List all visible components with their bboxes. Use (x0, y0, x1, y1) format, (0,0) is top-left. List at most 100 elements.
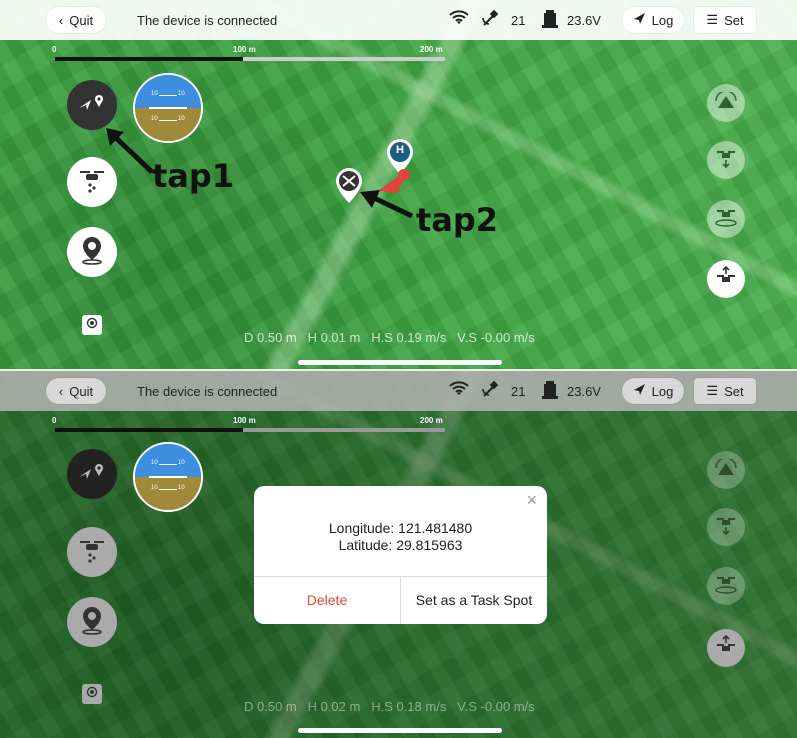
wifi-icon (449, 10, 469, 29)
top-bar: ‹ Quit The device is connected 21 23.6V … (0, 0, 797, 40)
scale-label-100: 100 m (233, 416, 256, 425)
drone-button[interactable] (67, 157, 117, 207)
quit-button[interactable]: ‹ Quit (46, 378, 106, 404)
hover-icon (714, 206, 738, 233)
location-pin-button[interactable] (67, 227, 117, 277)
attitude-label: 10 (178, 116, 185, 122)
hover-icon (714, 573, 738, 600)
set-label: Set (724, 383, 744, 399)
attitude-label: 10 (178, 91, 185, 97)
tap2-arrow (360, 190, 414, 219)
back-chevron-icon: ‹ (58, 383, 64, 399)
attitude-label: 10 (151, 91, 158, 97)
telemetry-vertical-speed: V.S -0.00 m/s (457, 330, 535, 345)
takeoff-button[interactable] (707, 84, 745, 122)
home-indicator (298, 360, 502, 365)
scale-label-200: 200 m (420, 416, 443, 425)
telemetry-distance: D 0.50 m (244, 330, 297, 345)
scale-label-100: 100 m (233, 45, 256, 54)
telemetry-height: H 0.02 m (307, 699, 361, 714)
quit-button[interactable]: ‹ Quit (46, 7, 106, 33)
land-icon (715, 514, 737, 541)
scale-bar: 0 100 m 200 m (52, 45, 445, 61)
plane-location-button[interactable] (67, 449, 117, 499)
settings-button[interactable]: ☰ Set (694, 7, 756, 33)
attitude-indicator: 10 10 10 10 (133, 442, 203, 512)
plane-location-icon (77, 461, 107, 488)
connection-status: The device is connected (137, 13, 278, 28)
telemetry-height: H 0.01 m (307, 330, 361, 345)
land-button[interactable] (707, 141, 745, 179)
satellite-count: 21 (511, 384, 526, 399)
takeoff-icon (715, 89, 737, 115)
send-icon (633, 383, 646, 399)
telemetry-horizontal-speed: H.S 0.19 m/s (371, 330, 447, 345)
back-chevron-icon: ‹ (58, 12, 64, 28)
log-button[interactable]: Log (622, 378, 684, 404)
scale-label-0: 0 (52, 45, 57, 54)
locate-button[interactable] (82, 684, 102, 704)
set-label: Set (724, 12, 744, 28)
return-button[interactable] (707, 260, 745, 298)
home-indicator (298, 728, 502, 733)
land-button[interactable] (707, 508, 745, 546)
telemetry-horizontal-speed: H.S 0.18 m/s (371, 699, 447, 714)
quit-label: Quit (69, 12, 94, 28)
set-task-spot-button[interactable]: Set as a Task Spot (401, 576, 547, 624)
log-label: Log (651, 12, 674, 28)
close-icon[interactable]: × (526, 490, 537, 511)
telemetry-distance: D 0.50 m (244, 699, 297, 714)
battery-voltage: 23.6V (567, 384, 601, 399)
locate-icon (86, 316, 98, 334)
satellite-icon (481, 9, 501, 31)
latitude-text: Latitude: 29.815963 (338, 537, 463, 553)
send-icon (633, 12, 646, 28)
attitude-label: 10 (178, 485, 185, 491)
telemetry-vertical-speed: V.S -0.00 m/s (457, 699, 535, 714)
locate-button[interactable] (82, 315, 102, 335)
attitude-label: 10 (151, 485, 158, 491)
battery-icon (541, 380, 559, 403)
quit-label: Quit (69, 383, 94, 399)
return-button[interactable] (707, 629, 745, 667)
land-icon (715, 147, 737, 174)
drone-icon (78, 536, 106, 569)
coordinates-block: Longitude: 121.481480 Latitude: 29.81596… (254, 520, 547, 554)
menu-icon: ☰ (706, 12, 719, 27)
menu-icon: ☰ (706, 383, 719, 398)
tap1-label: tap1 (152, 157, 235, 195)
location-pin-icon (79, 235, 105, 270)
plane-location-icon (77, 92, 107, 119)
attitude-label: 10 (178, 460, 185, 466)
task-point-dialog: × Longitude: 121.481480 Latitude: 29.815… (254, 486, 547, 624)
battery-voltage: 23.6V (567, 13, 601, 28)
log-button[interactable]: Log (622, 7, 684, 33)
location-pin-icon (79, 605, 105, 640)
delete-button[interactable]: Delete (254, 576, 400, 624)
satellite-icon (481, 380, 501, 402)
longitude-text: Longitude: 121.481480 (328, 520, 473, 536)
scale-bar: 0 100 m 200 m (52, 416, 445, 432)
connection-status: The device is connected (137, 384, 278, 399)
hover-button[interactable] (707, 200, 745, 238)
hover-button[interactable] (707, 567, 745, 605)
location-pin-button[interactable] (67, 597, 117, 647)
top-bar: ‹ Quit The device is connected 21 23.6V … (0, 371, 797, 411)
map-panel-top: ‹ Quit The device is connected 21 23.6V … (0, 0, 797, 369)
settings-button[interactable]: ☰ Set (694, 378, 756, 404)
telemetry-readout: D 0.50 m H 0.02 m H.S 0.18 m/s V.S -0.00… (244, 699, 535, 714)
drone-icon (78, 166, 106, 199)
takeoff-icon (715, 456, 737, 482)
scale-label-200: 200 m (420, 45, 443, 54)
tap2-label: tap2 (416, 201, 499, 239)
wifi-icon (449, 381, 469, 400)
scale-label-0: 0 (52, 416, 57, 425)
log-label: Log (651, 383, 674, 399)
return-icon (714, 265, 738, 294)
locate-icon (86, 685, 98, 703)
satellite-count: 21 (511, 13, 526, 28)
battery-icon (541, 9, 559, 32)
telemetry-readout: D 0.50 m H 0.01 m H.S 0.19 m/s V.S -0.00… (244, 330, 535, 345)
takeoff-button[interactable] (707, 451, 745, 489)
drone-button[interactable] (67, 527, 117, 577)
